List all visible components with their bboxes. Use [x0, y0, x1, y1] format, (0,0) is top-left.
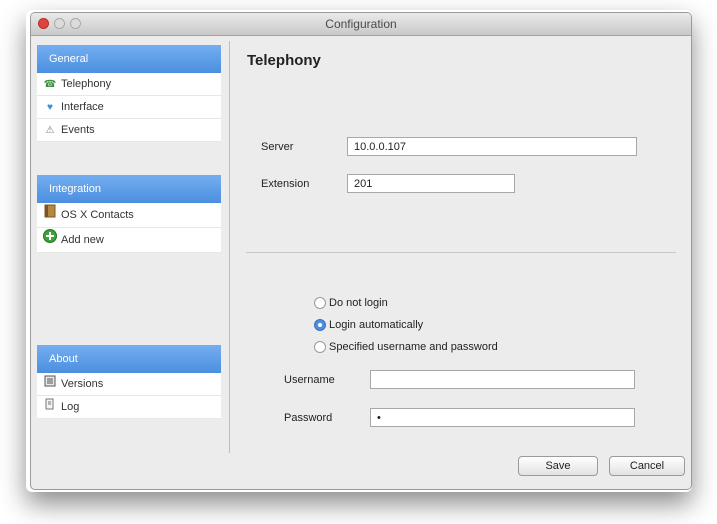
palette-icon: ♥: [47, 101, 53, 113]
server-input[interactable]: [347, 137, 637, 156]
radio-button[interactable]: [314, 341, 326, 353]
sidebar-item-label: Interface: [61, 100, 104, 113]
username-label: Username: [284, 374, 335, 386]
username-input[interactable]: [370, 370, 635, 389]
document-icon: [43, 373, 57, 396]
sidebar-item-add-new[interactable]: Add new: [37, 228, 221, 253]
sidebar-item-events[interactable]: ⚠ Events: [37, 119, 221, 142]
section-separator: [246, 252, 676, 253]
radio-specified-credentials[interactable]: Specified username and password: [314, 341, 498, 353]
password-input[interactable]: [370, 408, 635, 427]
sidebar-list-general: ☎ Telephony ♥ Interface ⚠ Events: [37, 73, 221, 142]
sidebar-item-log[interactable]: Log: [37, 396, 221, 419]
radio-do-not-login[interactable]: Do not login: [314, 297, 388, 309]
configuration-window: Configuration General ☎ Telephony ♥ Inte…: [30, 12, 692, 490]
address-book-icon: [43, 204, 57, 227]
sidebar-item-versions[interactable]: Versions: [37, 373, 221, 396]
sidebar-divider: [229, 41, 230, 453]
title-bar: Configuration: [31, 13, 691, 36]
sidebar-header-integration[interactable]: Integration: [37, 175, 221, 203]
radio-label: Specified username and password: [329, 341, 498, 353]
extension-label: Extension: [261, 178, 310, 190]
sidebar-list-integration: OS X Contacts Add new: [37, 203, 221, 253]
radio-label: Do not login: [329, 297, 388, 309]
events-icon: ⚠: [45, 124, 55, 136]
radio-button[interactable]: [314, 297, 326, 309]
sidebar-item-telephony[interactable]: ☎ Telephony: [37, 73, 221, 96]
sidebar-item-label: Events: [61, 123, 95, 136]
sidebar-header-general[interactable]: General: [37, 45, 221, 73]
radio-login-automatically[interactable]: Login automatically: [314, 319, 423, 331]
plus-circle-icon: [43, 228, 57, 252]
server-label: Server: [261, 141, 294, 153]
sidebar-header-about[interactable]: About: [37, 345, 221, 373]
password-label: Password: [284, 412, 333, 424]
sidebar-item-label: Versions: [61, 377, 104, 390]
log-icon: [43, 396, 57, 419]
radio-button[interactable]: [314, 319, 326, 331]
sidebar-item-os-x-contacts[interactable]: OS X Contacts: [37, 203, 221, 228]
window-title: Configuration: [325, 17, 397, 31]
sidebar-item-label: Telephony: [61, 77, 112, 90]
phone-icon: ☎: [43, 78, 57, 90]
sidebar-item-label: Add new: [61, 233, 104, 246]
sidebar-list-about: Versions Log: [37, 373, 221, 419]
extension-input[interactable]: [347, 174, 515, 193]
cancel-button[interactable]: Cancel: [609, 456, 685, 476]
sidebar-item-label: OS X Contacts: [61, 208, 134, 221]
page-title: Telephony: [247, 52, 321, 69]
radio-label: Login automatically: [329, 319, 424, 331]
sidebar-item-label: Log: [61, 400, 80, 413]
save-button[interactable]: Save: [518, 456, 598, 476]
sidebar-item-interface[interactable]: ♥ Interface: [37, 96, 221, 119]
